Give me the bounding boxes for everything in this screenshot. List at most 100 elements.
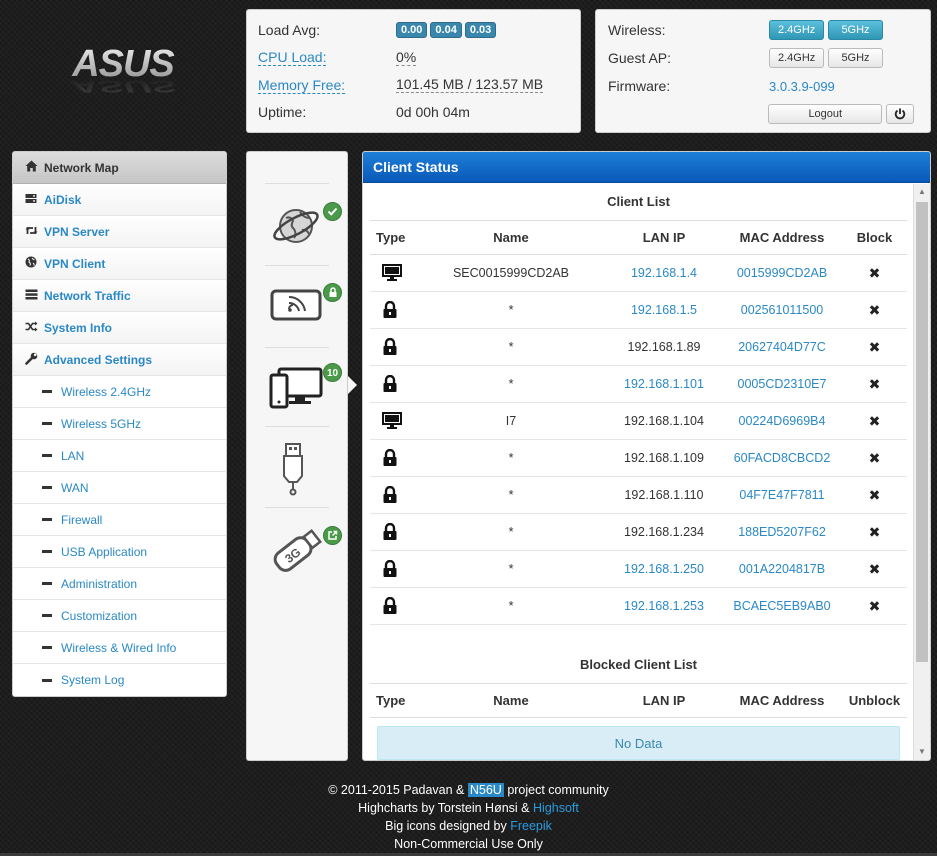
client-mac[interactable]: 00224D6969B4 [722,402,842,440]
client-mac[interactable]: 04F7E47F7811 [722,476,842,514]
submenu-wan[interactable]: WAN [13,472,226,504]
menu-vpn-client[interactable]: VPN Client [13,248,226,280]
submenu-label: LAN [61,448,85,463]
submenu-usb-application[interactable]: USB Application [13,536,226,568]
client-list-title: Client List [607,194,670,209]
clients-icon[interactable] [269,361,327,421]
dash-icon [42,646,52,649]
firmware-version-link[interactable]: 3.0.3.9-099 [769,79,835,94]
client-mac[interactable]: 0005CD2310E7 [722,365,842,403]
client-lan-ip[interactable]: 192.168.1.101 [606,365,722,403]
submenu-wireless-wired-info[interactable]: Wireless & Wired Info [13,632,226,664]
freepik-link[interactable]: Freepik [510,819,552,833]
menu-network-map[interactable]: Network Map [13,152,226,184]
menu-label-vpn-server: VPN Server [44,224,110,239]
col-mac: MAC Address [722,220,842,255]
guest-5ghz-button[interactable]: 5GHz [828,48,883,68]
internet-globe-icon[interactable] [269,196,327,256]
client-status-body[interactable]: Client List Type Name LAN IP MAC Address… [363,184,914,760]
menu-vpn-server[interactable]: VPN Server [13,216,226,248]
col-lan-ip: LAN IP [606,683,722,718]
selection-arrow [348,376,357,394]
client-lan-ip[interactable]: 192.168.1.5 [606,291,722,329]
client-scrollbar[interactable]: ▲ ▼ [913,184,930,760]
menu-advanced-settings[interactable]: Advanced Settings [13,344,226,376]
client-row: * 192.168.1.110 04F7E47F7811 ✖ [370,476,907,514]
client-mac[interactable]: 0015999CD2AB [722,254,842,292]
lock-icon [376,301,416,319]
footer-community-text: project community [503,783,609,797]
client-name: * [416,439,606,477]
logout-button[interactable]: Logout [768,104,883,124]
lock-icon [376,375,416,393]
cpu-load-value: 0% [396,48,417,66]
client-status-panel: Client Status Client List Type Name LAN … [362,151,931,761]
client-lan-ip: 192.168.1.109 [606,439,722,477]
footer-copyright: © 2011-2015 Padavan & N56U project commu… [0,781,937,799]
block-x-icon[interactable]: ✖ [869,450,881,466]
client-row: * 192.168.1.250 001A2204817B ✖ [370,550,907,588]
block-x-icon[interactable]: ✖ [869,413,881,429]
block-cell: ✖ [842,365,907,403]
col-mac: MAC Address [722,683,842,718]
client-lan-ip[interactable]: 192.168.1.253 [606,587,722,625]
guest-24ghz-button[interactable]: 2.4GHz [769,48,824,68]
client-mac[interactable]: 60FACD8CBCD2 [722,439,842,477]
block-x-icon[interactable]: ✖ [869,561,881,577]
block-x-icon[interactable]: ✖ [869,598,881,614]
router-icon[interactable] [269,277,327,337]
wireless-5ghz-button[interactable]: 5GHz [828,20,883,40]
wrench-icon [24,352,38,368]
power-button[interactable] [886,104,914,124]
cpu-load-link[interactable]: CPU Load: [258,49,327,67]
client-type [370,328,416,366]
menu-network-traffic[interactable]: Network Traffic [13,280,226,312]
divider [265,265,329,266]
scroll-thumb[interactable] [916,202,928,662]
highsoft-link[interactable]: Highsoft [533,801,579,815]
uptime-value: 0d 00h 04m [396,104,470,121]
client-row: * 192.168.1.109 60FACD8CBCD2 ✖ [370,439,907,477]
submenu-wireless-24ghz[interactable]: Wireless 2.4GHz [13,376,226,408]
system-status-panel: Load Avg: 0.00 0.04 0.03 CPU Load: 0% Memo… [246,9,581,133]
divider [265,507,329,508]
load-avg-label: Load Avg: [258,21,321,38]
submenu-system-log[interactable]: System Log [13,664,226,696]
client-mac[interactable]: 188ED5207F62 [722,513,842,551]
client-type [370,513,416,551]
footer-copyright-text: © 2011-2015 Padavan & [328,783,468,797]
modem-3g-icon[interactable]: 3G [269,521,327,581]
lock-icon [376,338,416,356]
menu-aidisk[interactable]: AiDisk [13,184,226,216]
client-mac[interactable]: 001A2204817B [722,550,842,588]
load-avg-1: 0.00 [396,22,428,39]
client-lan-ip[interactable]: 192.168.1.4 [606,254,722,292]
block-x-icon[interactable]: ✖ [869,339,881,355]
submenu-wireless-5ghz[interactable]: Wireless 5GHz [13,408,226,440]
block-x-icon[interactable]: ✖ [869,524,881,540]
submenu-customization[interactable]: Customization [13,600,226,632]
block-x-icon[interactable]: ✖ [869,265,881,281]
load-avg-values: 0.00 0.04 0.03 [396,21,499,39]
client-name: * [416,476,606,514]
client-lan-ip[interactable]: 192.168.1.250 [606,550,722,588]
block-x-icon[interactable]: ✖ [869,487,881,503]
client-mac[interactable]: 002561011500 [722,291,842,329]
client-mac[interactable]: BCAEC5EB9AB0 [722,587,842,625]
dash-icon [42,582,52,585]
submenu-firewall[interactable]: Firewall [13,504,226,536]
memory-free-link[interactable]: Memory Free: [258,76,346,94]
tasks-icon [24,289,38,303]
submenu-administration[interactable]: Administration [13,568,226,600]
block-cell: ✖ [842,439,907,477]
usb-icon[interactable] [269,440,327,500]
submenu-lan[interactable]: LAN [13,440,226,472]
client-mac[interactable]: 20627404D77C [722,328,842,366]
lock-icon [376,560,416,578]
menu-system-info[interactable]: System Info [13,312,226,344]
scroll-down-icon[interactable]: ▼ [914,744,930,760]
block-x-icon[interactable]: ✖ [869,376,881,392]
wireless-24ghz-button[interactable]: 2.4GHz [769,20,824,40]
block-x-icon[interactable]: ✖ [869,302,881,318]
scroll-up-icon[interactable]: ▲ [914,184,930,200]
